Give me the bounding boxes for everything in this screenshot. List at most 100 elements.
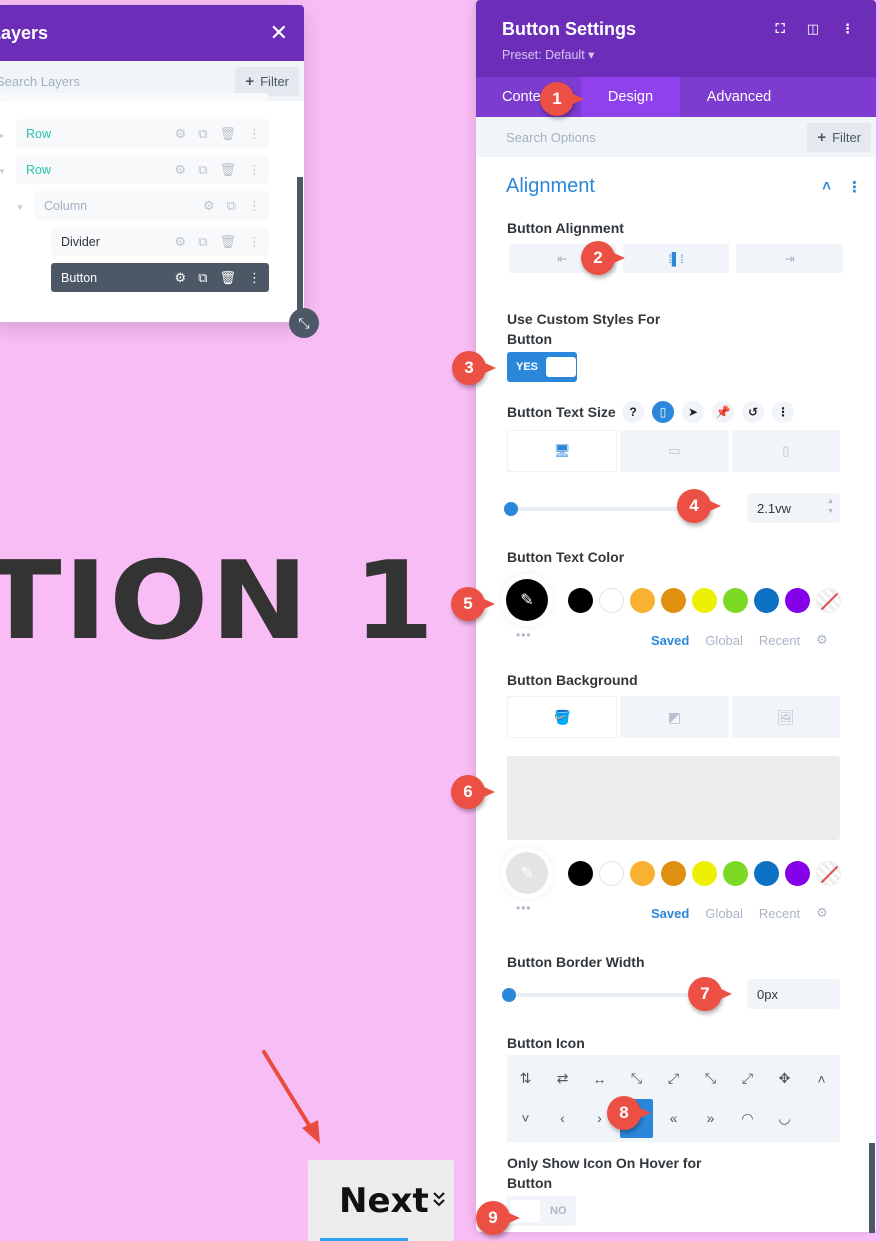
button-icon-option[interactable]: ⤡ xyxy=(618,1059,655,1099)
swatch-black[interactable] xyxy=(568,860,593,886)
swatch-black[interactable] xyxy=(568,587,593,613)
pin-icon[interactable]: 📌 xyxy=(712,401,734,423)
options-filter-button[interactable]: + Filter xyxy=(807,122,871,152)
gear-icon[interactable]: ⚙ xyxy=(175,234,187,250)
swatch-white[interactable] xyxy=(599,587,624,613)
gear-icon[interactable]: ⚙ xyxy=(175,126,187,142)
swatch-green[interactable] xyxy=(723,860,748,886)
button-icon-option[interactable]: ↔ xyxy=(581,1059,618,1099)
duplicate-icon[interactable]: ⧉ xyxy=(227,198,236,214)
more-icon[interactable]: ⋮ xyxy=(248,162,261,178)
chevron-up-icon[interactable]: ˄ xyxy=(822,178,831,196)
swatch-dark-orange[interactable] xyxy=(661,860,686,886)
more-icon[interactable]: ⋮ xyxy=(772,401,794,423)
more-icon[interactable]: ⋮ xyxy=(248,198,261,214)
layer-item-divider[interactable]: Divider ⚙ ⧉ 🗑 ⋮ xyxy=(51,227,269,256)
text-size-input[interactable]: 2.1vw ▲ ▼ xyxy=(747,493,840,523)
button-icon-option[interactable]: ˄ xyxy=(803,1059,840,1099)
responsive-phone-icon[interactable]: ▯ xyxy=(652,401,674,423)
layers-scrollbar[interactable] xyxy=(297,177,303,317)
gear-icon[interactable]: ⚙ xyxy=(175,270,187,286)
swatch-purple[interactable] xyxy=(785,587,810,613)
align-center-icon[interactable]: ⁞▌⁞ xyxy=(622,244,730,273)
color-tab-saved[interactable]: Saved xyxy=(651,906,689,921)
hover-cursor-icon[interactable]: ➤ xyxy=(682,401,704,423)
gear-icon[interactable]: ⚙ xyxy=(816,905,828,921)
button-icon-option[interactable]: ‹ xyxy=(544,1099,581,1139)
slider-thumb[interactable] xyxy=(502,988,516,1002)
eyedropper-icon[interactable]: ✎ xyxy=(506,579,548,621)
button-icon-option[interactable]: ⇄ xyxy=(544,1059,581,1099)
layers-filter-button[interactable]: + Filter xyxy=(235,66,299,96)
button-icon-option[interactable]: ˅ xyxy=(507,1099,544,1139)
collapsed-triangle-icon[interactable]: ▶ xyxy=(0,131,4,140)
settings-scrollbar[interactable] xyxy=(869,1143,875,1233)
preset-dropdown[interactable]: Preset: Default ▾ xyxy=(502,47,850,62)
trash-icon[interactable]: 🗑 xyxy=(219,270,236,286)
swatch-white[interactable] xyxy=(599,860,624,886)
swatch-blue[interactable] xyxy=(754,587,779,613)
button-icon-option[interactable]: ⇅ xyxy=(507,1059,544,1099)
resize-icon[interactable]: ⤡ xyxy=(289,308,319,338)
spinner-icon[interactable]: ▲ ▼ xyxy=(827,497,834,517)
swatch-none[interactable] xyxy=(816,860,841,886)
swatch-yellow[interactable] xyxy=(692,587,717,613)
button-icon-option[interactable]: ⤡ xyxy=(692,1059,729,1099)
button-icon-option[interactable]: « xyxy=(655,1099,692,1139)
close-icon[interactable]: ✕ xyxy=(270,20,288,46)
swatch-orange[interactable] xyxy=(630,860,655,886)
color-tab-global[interactable]: Global xyxy=(705,906,743,921)
swatch-none[interactable] xyxy=(816,587,841,613)
more-icon[interactable]: ⋮ xyxy=(248,234,261,250)
more-icon[interactable]: ⋮ xyxy=(248,270,261,286)
swatch-purple[interactable] xyxy=(785,860,810,886)
eyedropper-icon[interactable]: ✎ xyxy=(506,852,548,894)
expanded-triangle-icon[interactable]: ▼ xyxy=(16,203,24,212)
trash-icon[interactable]: 🗑 xyxy=(219,234,236,250)
button-icon-option[interactable]: ⤢ xyxy=(655,1059,692,1099)
swatch-blue[interactable] xyxy=(754,860,779,886)
help-icon[interactable]: ? xyxy=(622,401,644,423)
next-button[interactable]: Next xyxy=(308,1160,454,1241)
tablet-icon[interactable]: ▭ xyxy=(620,430,729,472)
color-tab-recent[interactable]: Recent xyxy=(759,906,800,921)
gear-icon[interactable]: ⚙ xyxy=(175,162,187,178)
swatch-orange[interactable] xyxy=(630,587,655,613)
button-icon-option[interactable]: » xyxy=(692,1099,729,1139)
paint-bucket-icon[interactable]: 🪣 xyxy=(507,696,618,738)
image-icon[interactable]: 🖼 xyxy=(731,696,840,738)
section-more-icon[interactable]: ⋮ xyxy=(847,178,862,196)
color-tab-recent[interactable]: Recent xyxy=(759,633,800,648)
section-title-alignment[interactable]: Alignment xyxy=(506,175,595,198)
color-tab-global[interactable]: Global xyxy=(705,633,743,648)
phone-icon[interactable]: ▯ xyxy=(731,430,840,472)
layer-item-row-2[interactable]: Row ⚙ ⧉ 🗑 ⋮ xyxy=(16,155,269,184)
trash-icon[interactable]: 🗑 xyxy=(219,126,236,142)
tab-design[interactable]: Design xyxy=(581,77,680,117)
expanded-triangle-icon[interactable]: ▼ xyxy=(0,167,6,176)
button-icon-option[interactable]: ✥ xyxy=(766,1059,803,1099)
layers-search-input[interactable]: Search Layers xyxy=(0,74,80,89)
more-icon[interactable]: ⋮ xyxy=(248,126,261,142)
more-colors-icon[interactable]: ••• xyxy=(516,901,532,915)
gradient-icon[interactable]: ◩ xyxy=(620,696,729,738)
layer-item-button-selected[interactable]: Button ⚙ ⧉ 🗑 ⋮ xyxy=(51,263,269,292)
duplicate-icon[interactable]: ⧉ xyxy=(198,162,207,178)
swatch-dark-orange[interactable] xyxy=(661,587,686,613)
button-icon-option[interactable]: ◡ xyxy=(766,1099,803,1139)
swatch-green[interactable] xyxy=(723,587,748,613)
duplicate-icon[interactable]: ⧉ xyxy=(198,270,207,286)
reset-icon[interactable]: ↺ xyxy=(742,401,764,423)
split-view-icon[interactable]: ◫ xyxy=(807,21,819,37)
gear-icon[interactable]: ⚙ xyxy=(203,198,215,214)
more-colors-icon[interactable]: ••• xyxy=(516,628,532,642)
text-size-slider[interactable] xyxy=(504,502,690,516)
border-width-input[interactable]: 0px xyxy=(747,979,840,1009)
swatch-yellow[interactable] xyxy=(692,860,717,886)
button-icon-option[interactable]: ⤢ xyxy=(729,1059,766,1099)
duplicate-icon[interactable]: ⧉ xyxy=(198,234,207,250)
border-width-slider[interactable] xyxy=(502,988,688,1002)
trash-icon[interactable]: 🗑 xyxy=(219,162,236,178)
align-right-icon[interactable]: ⇥ xyxy=(736,244,844,273)
tab-advanced[interactable]: Advanced xyxy=(680,77,798,117)
